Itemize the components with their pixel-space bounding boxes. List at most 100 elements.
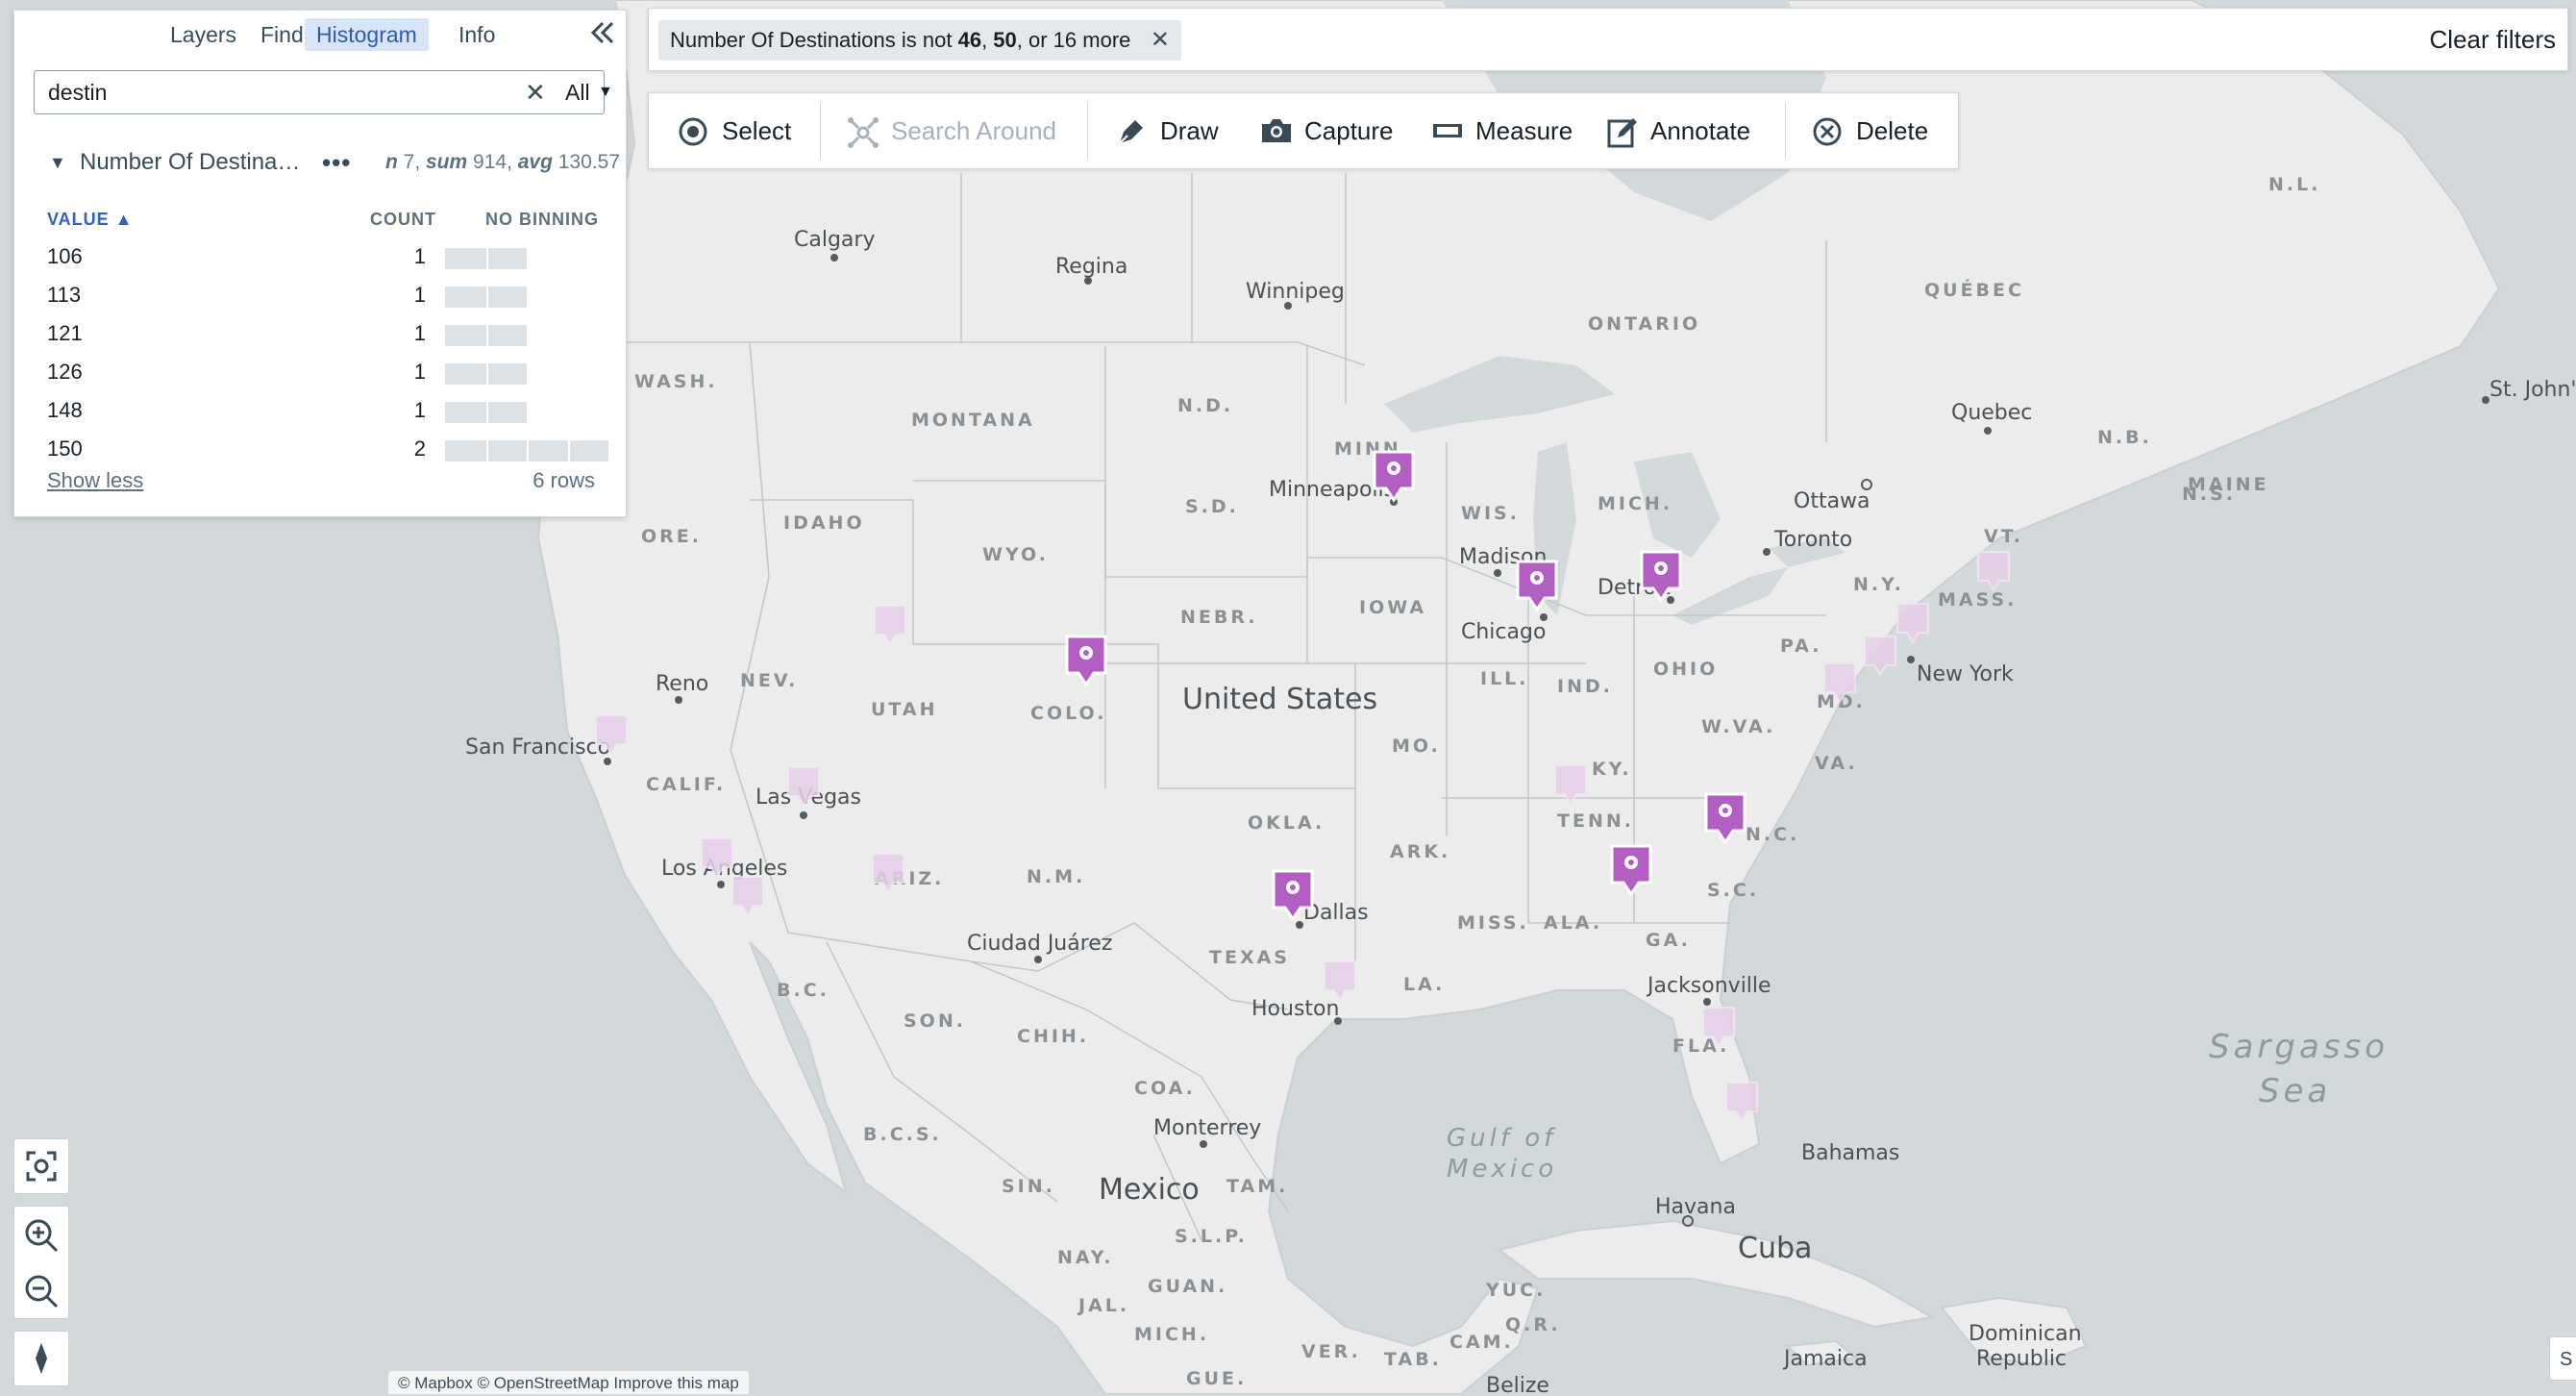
- svg-text:IOWA: IOWA: [1359, 597, 1426, 618]
- property-header[interactable]: ▼ Number Of Destina… ••• n 7, sum 914, a…: [34, 145, 620, 180]
- svg-text:LA.: LA.: [1403, 974, 1445, 995]
- histogram-search-input[interactable]: destin ✕ All ▼: [34, 70, 613, 114]
- svg-text:B.C.: B.C.: [777, 980, 830, 1001]
- svg-text:Chicago: Chicago: [1461, 620, 1546, 644]
- svg-text:VT.: VT.: [1984, 526, 2023, 547]
- clear-icon[interactable]: ✕: [525, 71, 546, 113]
- svg-text:ONTARIO: ONTARIO: [1588, 313, 1700, 335]
- svg-text:B.C.S.: B.C.S.: [863, 1124, 942, 1145]
- select-icon: [679, 117, 707, 146]
- svg-text:Winnipeg: Winnipeg: [1246, 280, 1345, 304]
- svg-text:COLO.: COLO.: [1030, 703, 1106, 724]
- map-attribution[interactable]: © Mapbox © OpenStreetMap Improve this ma…: [388, 1371, 749, 1394]
- column-header-count[interactable]: COUNT: [370, 210, 436, 230]
- fit-bounds-icon[interactable]: [14, 1139, 68, 1193]
- svg-text:W.VA.: W.VA.: [1701, 716, 1775, 737]
- svg-text:ALA.: ALA.: [1544, 912, 1602, 934]
- histogram-row[interactable]: 126 1: [47, 355, 614, 389]
- histogram-bar[interactable]: [445, 363, 527, 385]
- histogram-count: 1: [413, 283, 426, 307]
- svg-text:Sea: Sea: [2259, 1072, 2331, 1110]
- search-around-button[interactable]: Search Around: [847, 93, 1077, 168]
- property-name: Number Of Destina…: [80, 149, 301, 175]
- compass-icon[interactable]: [14, 1332, 68, 1385]
- delete-button[interactable]: Delete: [1812, 93, 1946, 168]
- annotate-button[interactable]: Annotate: [1606, 93, 1779, 168]
- svg-text:TENN.: TENN.: [1557, 810, 1634, 832]
- svg-text:CHIH.: CHIH.: [1017, 1026, 1089, 1047]
- filter-chip-label: Number Of Destinations is not 46, 50, or…: [670, 28, 1131, 52]
- caret-down-icon[interactable]: ▼: [49, 145, 66, 180]
- histogram-bar[interactable]: [445, 287, 527, 308]
- histogram-bar[interactable]: [445, 440, 608, 461]
- svg-text:COA.: COA.: [1134, 1078, 1196, 1099]
- clear-filters-button[interactable]: Clear filters: [2430, 9, 2556, 70]
- remove-filter-icon[interactable]: ✕: [1151, 20, 1170, 61]
- histogram-row[interactable]: 113 1: [47, 278, 614, 312]
- property-stats: n 7, sum 914, avg 130.57: [384, 151, 620, 173]
- histogram-count: 1: [413, 360, 426, 384]
- filter-chip[interactable]: Number Of Destinations is not 46, 50, or…: [658, 20, 1181, 61]
- draw-button[interactable]: Draw: [1116, 93, 1251, 168]
- svg-text:JAL.: JAL.: [1077, 1295, 1129, 1316]
- svg-text:NAY.: NAY.: [1057, 1247, 1114, 1268]
- more-options-icon[interactable]: •••: [322, 145, 351, 180]
- svg-text:S.D.: S.D.: [1185, 496, 1239, 517]
- histogram-row[interactable]: 106 1: [47, 239, 614, 274]
- svg-text:MASS.: MASS.: [1938, 589, 2017, 611]
- svg-text:Sargasso: Sargasso: [2209, 1028, 2389, 1066]
- svg-text:WASH.: WASH.: [634, 371, 718, 392]
- histogram-row[interactable]: 150 2: [47, 432, 614, 466]
- caret-down-icon[interactable]: ▼: [598, 71, 613, 113]
- row-count: 6 rows: [533, 468, 595, 492]
- svg-text:SON.: SON.: [904, 1010, 966, 1032]
- svg-text:Ciudad Juárez: Ciudad Juárez: [967, 932, 1112, 956]
- binning-select[interactable]: NO BINNING: [485, 210, 599, 230]
- histogram-bar[interactable]: [445, 248, 527, 269]
- show-less-link[interactable]: Show less: [47, 468, 143, 493]
- search-input-value[interactable]: destin: [48, 71, 107, 113]
- zoom-out-icon[interactable]: [14, 1264, 68, 1318]
- svg-text:PA.: PA.: [1780, 636, 1821, 657]
- svg-text:MICH.: MICH.: [1134, 1324, 1209, 1345]
- svg-text:Ottawa: Ottawa: [1794, 489, 1870, 513]
- svg-text:Toronto: Toronto: [1773, 528, 1852, 552]
- double-chevron-left-icon[interactable]: [589, 20, 616, 51]
- annotate-icon: [1607, 118, 1637, 148]
- measure-button[interactable]: Measure: [1431, 93, 1595, 168]
- svg-text:YUC.: YUC.: [1485, 1280, 1546, 1301]
- svg-text:WIS.: WIS.: [1461, 503, 1520, 524]
- histogram-bar[interactable]: [445, 325, 527, 346]
- tab-info[interactable]: Info: [447, 18, 507, 51]
- svg-text:Quebec: Quebec: [1951, 401, 2032, 425]
- tab-histogram[interactable]: Histogram: [305, 18, 429, 51]
- svg-text:N.S.: N.S.: [2182, 484, 2236, 505]
- corner-widget[interactable]: S: [2549, 1336, 2576, 1381]
- histogram-value: 148: [47, 398, 83, 422]
- svg-text:United States: United States: [1182, 683, 1377, 716]
- histogram-bar[interactable]: [445, 402, 527, 423]
- zoom-control: [13, 1206, 69, 1319]
- svg-text:Jacksonville: Jacksonville: [1646, 974, 1771, 998]
- histogram-row[interactable]: 148 1: [47, 393, 614, 428]
- fit-bounds-control[interactable]: [13, 1138, 69, 1194]
- svg-text:Mexico: Mexico: [1447, 1155, 1557, 1184]
- capture-button[interactable]: Capture: [1260, 93, 1424, 168]
- zoom-in-icon[interactable]: [14, 1209, 68, 1262]
- svg-text:OKLA.: OKLA.: [1248, 812, 1325, 834]
- svg-text:GUE.: GUE.: [1186, 1368, 1247, 1389]
- search-scope-select[interactable]: All: [565, 71, 590, 113]
- compass-control[interactable]: [13, 1331, 69, 1386]
- svg-text:MICH.: MICH.: [1598, 493, 1672, 514]
- svg-text:OHIO: OHIO: [1653, 659, 1718, 680]
- histogram-row[interactable]: 121 1: [47, 316, 614, 351]
- svg-text:SIN.: SIN.: [1002, 1176, 1055, 1197]
- column-header-value[interactable]: VALUE ▲: [47, 210, 134, 230]
- histogram-count: 1: [413, 321, 426, 345]
- svg-text:N.D.: N.D.: [1177, 395, 1233, 416]
- select-button[interactable]: Select: [678, 93, 812, 168]
- svg-text:Bahamas: Bahamas: [1801, 1141, 1899, 1165]
- svg-text:TAB.: TAB.: [1384, 1349, 1442, 1370]
- svg-text:Jamaica: Jamaica: [1782, 1347, 1868, 1371]
- tab-layers[interactable]: Layers: [159, 18, 248, 51]
